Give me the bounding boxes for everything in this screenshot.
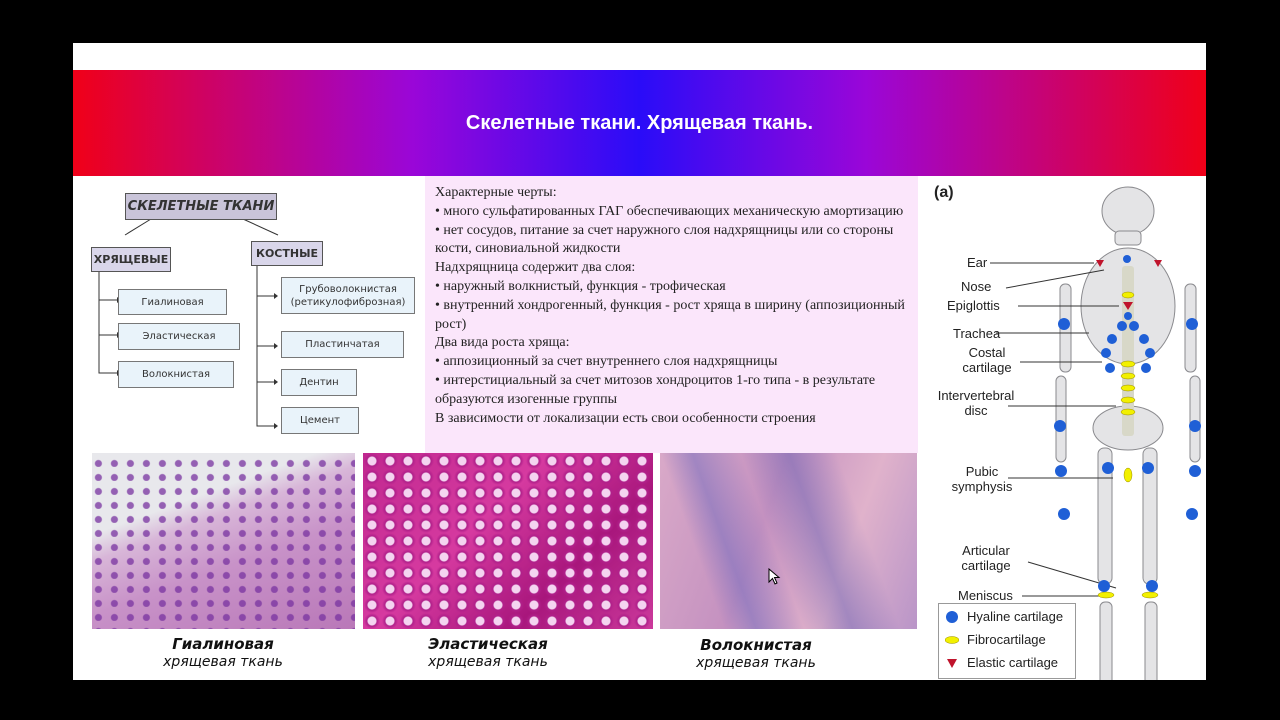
label-nose: Nose [961, 279, 992, 294]
leaf-coarse-fibrous: Грубоволокнистая (ретикулофиброзная) [281, 277, 415, 314]
info-line: В зависимости от локализации есть свои о… [435, 410, 816, 426]
info-line: • много сульфатированных ГАГ обеспечиваю… [435, 203, 904, 219]
leaf-lamellar: Пластинчатая [281, 331, 404, 358]
yellow-ellipse-icon [944, 633, 960, 647]
slide: Скелетные ткани. Хрящевая ткань. СКЕЛЕТН… [73, 43, 1206, 680]
label-articular-cartilage: Articular cartilage [961, 543, 1011, 573]
leaf-dentin: Дентин [281, 369, 357, 396]
caption-fibrous: Волокнистая хрящевая ткань [676, 636, 836, 672]
label-trachea: Trachea [953, 326, 1001, 341]
info-line: Два вида роста хряща: [435, 335, 570, 351]
leaf-cement: Цемент [281, 407, 359, 434]
title-banner: Скелетные ткани. Хрящевая ткань. [73, 70, 1206, 176]
caption-subtitle: хрящевая ткань [163, 654, 283, 670]
info-line: • наружный волкнистый, функция - трофиче… [435, 278, 726, 294]
hyaline-micrograph [92, 453, 355, 629]
legend-label: Elastic cartilage [967, 655, 1059, 670]
root-node: СКЕЛЕТНЫЕ ТКАНИ [125, 193, 277, 220]
classification-diagram: СКЕЛЕТНЫЕ ТКАНИ ХРЯЩЕВЫЕ КОСТНЫЕ Гиалино… [73, 176, 423, 456]
info-panel: Характерные черты: • много сульфатирован… [425, 176, 918, 453]
caption-elastic: Эластическая хрящевая ткань [408, 635, 568, 671]
legend-item-fibrocartilage: Fibrocartilage [944, 632, 1046, 647]
leaf-fibrous: Волокнистая [118, 361, 234, 388]
label-meniscus: Meniscus [958, 588, 1013, 603]
label-epiglottis: Epiglottis [947, 298, 1000, 313]
caption-title: Гиалиновая [172, 635, 274, 653]
info-line: • нет сосудов, питание за счет наружного… [435, 222, 894, 257]
caption-title: Волокнистая [700, 636, 812, 654]
mouse-cursor-icon [768, 568, 781, 585]
caption-subtitle: хрящевая ткань [428, 654, 548, 670]
info-line: • внутренний хондрогенный, функция - рос… [435, 297, 905, 332]
label-costal-cartilage: Costal cartilage [962, 345, 1012, 375]
legend-item-elastic: Elastic cartilage [945, 655, 1058, 670]
fibrous-micrograph [660, 453, 917, 629]
info-line: • аппозиционный за счет внутреннего слоя… [435, 354, 778, 370]
label-ear: Ear [967, 255, 988, 270]
caption-subtitle: хрящевая ткань [696, 655, 816, 671]
info-line: • интерстициальный за счет митозов хондр… [435, 372, 876, 407]
label-intervertebral-disc: Intervertebral disc [937, 388, 1015, 418]
legend-label: Fibrocartilage [967, 632, 1046, 647]
legend-label: Hyaline cartilage [967, 609, 1064, 624]
info-line: Надхрящница содержит два слоя: [435, 260, 636, 276]
leaf-hyaline: Гиалиновая [118, 289, 227, 315]
bone-node: КОСТНЫЕ [251, 241, 323, 266]
legend: Hyaline cartilage Fibrocartilage Elastic… [938, 603, 1076, 679]
cartilage-node: ХРЯЩЕВЫЕ [91, 247, 171, 272]
elastic-micrograph [363, 453, 653, 629]
label-pubic-symphysis: Pubic symphysis [951, 464, 1013, 494]
slide-title: Скелетные ткани. Хрящевая ткань. [465, 111, 814, 134]
legend-item-hyaline: Hyaline cartilage [945, 609, 1063, 624]
blue-circle-icon [945, 610, 959, 624]
caption-title: Эластическая [428, 635, 548, 653]
skeleton-figure: (a) Ear Nose Epiglottis Trachea Costal c… [924, 176, 1206, 680]
caption-hyaline: Гиалиновая хрящевая ткань [143, 635, 303, 671]
leaf-elastic: Эластическая [118, 323, 240, 350]
red-triangle-icon [945, 656, 959, 670]
info-line: Характерные черты: [435, 185, 557, 200]
